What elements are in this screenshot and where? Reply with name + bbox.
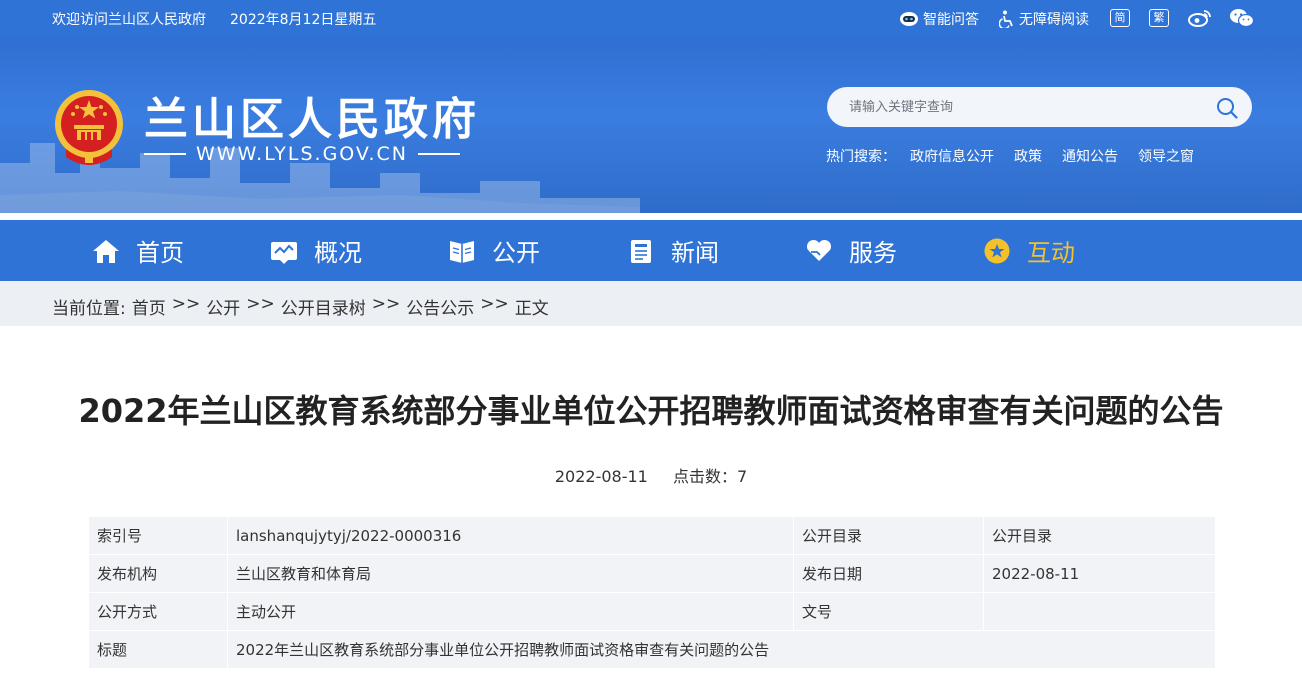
weibo-icon[interactable] <box>1188 8 1212 28</box>
star-badge-icon <box>984 238 1010 263</box>
table-label: 公开方式 <box>88 592 228 631</box>
simplified-chinese-button[interactable]: 简 <box>1110 9 1130 27</box>
breadcrumb-item-current: 正文 <box>514 299 549 319</box>
nav-label: 概况 <box>314 239 362 267</box>
table-value: 2022年兰山区教育系统部分事业单位公开招聘教师面试资格审查有关问题的公告 <box>227 630 1216 669</box>
book-icon <box>450 240 474 263</box>
heart-hand-icon <box>806 239 832 261</box>
breadcrumb: 当前位置: 首页 >> 公开 >> 公开目录树 >> 公告公示 >> 正文 <box>52 294 549 319</box>
document-info-table: 索引号 lanshanqujytyj/2022-0000316 公开目录 公开目… <box>88 516 1216 669</box>
article-date: 2022-08-11 <box>554 467 648 486</box>
table-label: 发布机构 <box>88 554 228 593</box>
hot-search-item[interactable]: 政府信息公开 <box>910 146 994 166</box>
table-value: 主动公开 <box>227 592 794 631</box>
overview-icon <box>271 241 297 264</box>
accessibility-icon <box>999 10 1013 28</box>
site-url-row: WWW.LYLS.GOV.CN <box>144 143 460 165</box>
hot-search-item[interactable]: 通知公告 <box>1062 146 1118 166</box>
smart-qa-label: 智能问答 <box>923 12 979 28</box>
nav-item-service[interactable]: 服务 <box>805 220 897 281</box>
table-label: 文号 <box>793 592 984 631</box>
nav-item-interaction[interactable]: 互动 <box>983 220 1075 281</box>
national-emblem-logo <box>55 90 123 165</box>
decorative-line-right <box>417 153 460 155</box>
hot-search-label: 热门搜索： <box>826 149 896 165</box>
welcome-text: 欢迎访问兰山区人民政府 <box>52 12 206 28</box>
site-url: WWW.LYLS.GOV.CN <box>196 143 408 165</box>
breadcrumb-item[interactable]: 公告公示 <box>406 294 474 319</box>
breadcrumb-item[interactable]: 公开 <box>206 294 240 319</box>
nav-item-overview[interactable]: 概况 <box>270 220 362 281</box>
news-icon <box>631 239 651 263</box>
search-icon[interactable] <box>1216 97 1238 119</box>
nav-label: 互动 <box>1027 239 1075 267</box>
top-utility-bar: 欢迎访问兰山区人民政府 2022年8月12日星期五 智能问答 无障碍阅读 简 繁 <box>0 0 1302 37</box>
table-label: 索引号 <box>88 516 228 555</box>
nav-item-home[interactable]: 首页 <box>92 220 184 281</box>
nav-label: 服务 <box>849 239 897 267</box>
breadcrumb-prefix: 当前位置: <box>52 299 126 319</box>
robot-icon <box>900 12 918 26</box>
breadcrumb-separator: >> <box>371 294 401 314</box>
nav-item-news[interactable]: 新闻 <box>627 220 719 281</box>
article-title: 2022年兰山区教育系统部分事业单位公开招聘教师面试资格审查有关问题的公告 <box>78 392 1224 430</box>
nav-label: 新闻 <box>671 239 719 267</box>
site-title: 兰山区人民政府 <box>144 94 480 145</box>
table-value: 公开目录 <box>983 516 1216 555</box>
table-row: 索引号 lanshanqujytyj/2022-0000316 公开目录 公开目… <box>88 516 1216 555</box>
table-value <box>983 592 1216 631</box>
table-row: 发布机构 兰山区教育和体育局 发布日期 2022-08-11 <box>88 554 1216 593</box>
breadcrumb-bar: 当前位置: 首页 >> 公开 >> 公开目录树 >> 公告公示 >> 正文 <box>0 281 1302 326</box>
hot-search-item[interactable]: 领导之窗 <box>1138 146 1194 166</box>
nav-item-public[interactable]: 公开 <box>448 220 540 281</box>
table-label: 标题 <box>88 630 228 669</box>
decorative-line-left <box>144 153 186 155</box>
nav-label: 首页 <box>136 239 184 267</box>
table-label: 发布日期 <box>793 554 984 593</box>
table-row: 公开方式 主动公开 文号 <box>88 592 1216 631</box>
accessibility-label: 无障碍阅读 <box>1019 12 1089 28</box>
traditional-chinese-button[interactable]: 繁 <box>1149 9 1169 27</box>
accessibility-link[interactable]: 无障碍阅读 <box>999 9 1089 29</box>
nav-label: 公开 <box>492 239 540 267</box>
breadcrumb-separator: >> <box>246 294 275 314</box>
breadcrumb-separator: >> <box>171 294 201 314</box>
hot-search-item[interactable]: 政策 <box>1014 146 1042 166</box>
wechat-icon[interactable] <box>1229 8 1255 28</box>
table-value: 兰山区教育和体育局 <box>227 554 794 593</box>
breadcrumb-separator: >> <box>480 294 509 314</box>
home-icon <box>93 239 119 263</box>
table-value: lanshanqujytyj/2022-0000316 <box>227 516 794 555</box>
breadcrumb-item[interactable]: 公开目录树 <box>281 294 366 319</box>
table-label: 公开目录 <box>793 516 984 555</box>
breadcrumb-item[interactable]: 首页 <box>132 294 166 319</box>
smart-qa-link[interactable]: 智能问答 <box>899 9 979 29</box>
header-banner: 兰山区人民政府 WWW.LYLS.GOV.CN 热门搜索： 政府信息公开 政策 … <box>0 37 1302 213</box>
table-value: 2022-08-11 <box>983 554 1216 593</box>
current-date: 2022年8月12日星期五 <box>230 12 377 28</box>
article-meta: 2022-08-11 点击数：7 <box>0 463 1302 487</box>
main-nav: 首页 概况 公开 新闻 服务 互动 <box>0 220 1302 281</box>
hot-search-row: 热门搜索： 政府信息公开 政策 通知公告 领导之窗 <box>826 146 1194 166</box>
table-row: 标题 2022年兰山区教育系统部分事业单位公开招聘教师面试资格审查有关问题的公告 <box>88 630 1216 669</box>
search-box <box>827 87 1252 127</box>
search-input[interactable] <box>849 87 1209 127</box>
article-clicks: 点击数：7 <box>672 467 748 486</box>
